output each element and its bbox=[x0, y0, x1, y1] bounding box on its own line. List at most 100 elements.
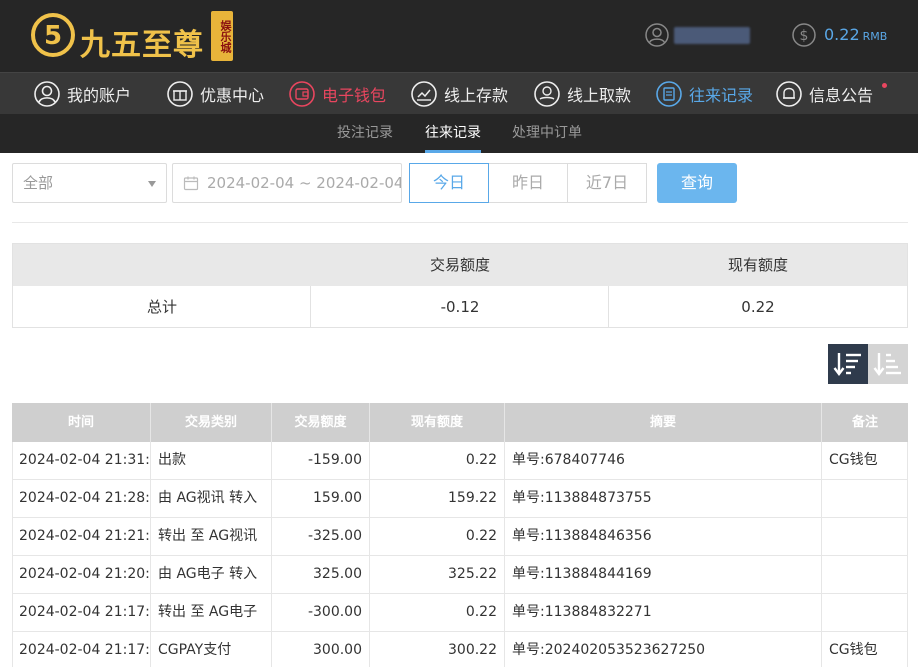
cell-summary: 单号:202402053523627250 bbox=[505, 632, 822, 667]
cell-current-amount: 0.22 bbox=[370, 518, 505, 555]
table-header: 时间 交易类别 交易额度 现有额度 摘要 备注 bbox=[12, 403, 908, 442]
nav-label: 往来记录 bbox=[689, 86, 754, 105]
nav-announcements[interactable]: 信息公告 bbox=[775, 73, 873, 115]
cell-summary: 单号:678407746 bbox=[505, 442, 822, 479]
quick-yesterday-button[interactable]: 昨日 bbox=[488, 163, 568, 203]
cell-trade-amount: -159.00 bbox=[272, 442, 370, 479]
cell-time: 2024-02-04 21:17:29 bbox=[12, 632, 151, 667]
cell-time: 2024-02-04 21:21:23 bbox=[12, 518, 151, 555]
cell-trade-amount: 159.00 bbox=[272, 480, 370, 517]
sort-descending-icon bbox=[833, 353, 861, 376]
svg-text:$: $ bbox=[800, 28, 809, 44]
calendar-icon bbox=[183, 176, 199, 191]
cell-trade-amount: 300.00 bbox=[272, 632, 370, 667]
subnav-pending-orders[interactable]: 处理中订单 bbox=[512, 114, 582, 153]
cell-remark bbox=[822, 480, 908, 517]
summary-header-blank bbox=[13, 244, 311, 286]
summary-header-trade: 交易额度 bbox=[429, 256, 490, 274]
cell-time: 2024-02-04 21:20:49 bbox=[12, 556, 151, 593]
col-type: 交易类别 bbox=[151, 403, 272, 442]
cell-summary: 单号:113884832271 bbox=[505, 594, 822, 631]
cell-type: 转出 至 AG视讯 bbox=[151, 518, 272, 555]
records-icon bbox=[656, 81, 682, 107]
col-time: 时间 bbox=[12, 403, 151, 442]
gift-icon bbox=[167, 81, 193, 107]
cell-remark bbox=[822, 556, 908, 593]
wallet-icon bbox=[289, 81, 315, 107]
summary-total-label: 总计 bbox=[146, 298, 177, 316]
withdraw-icon bbox=[534, 81, 560, 107]
cell-time: 2024-02-04 21:31:50 bbox=[12, 442, 151, 479]
table-row: 2024-02-04 21:20:49由 AG电子 转入325.00325.22… bbox=[12, 556, 908, 594]
subnav-transaction-records[interactable]: 往来记录 bbox=[425, 114, 481, 153]
date-range-value: 2024-02-04 ~ 2024-02-04 bbox=[207, 174, 402, 192]
cell-current-amount: 325.22 bbox=[370, 556, 505, 593]
query-button[interactable]: 查询 bbox=[657, 163, 737, 203]
subnav-bet-records[interactable]: 投注记录 bbox=[337, 114, 393, 153]
cell-summary: 单号:113884846356 bbox=[505, 518, 822, 555]
cell-type: 由 AG视讯 转入 bbox=[151, 480, 272, 517]
nav-transaction-records[interactable]: 往来记录 bbox=[655, 73, 753, 115]
table-row: 2024-02-04 21:17:47转出 至 AG电子-300.000.22单… bbox=[12, 594, 908, 632]
logo-text: 九五至尊 bbox=[80, 28, 204, 63]
cell-type: CGPAY支付 bbox=[151, 632, 272, 667]
sort-descending-button[interactable] bbox=[828, 344, 868, 384]
cell-summary: 单号:113884844169 bbox=[505, 556, 822, 593]
date-range-input[interactable]: 2024-02-04 ~ 2024-02-04 bbox=[172, 163, 402, 203]
summary-trade-amount: -0.12 bbox=[440, 298, 480, 316]
notification-dot bbox=[882, 83, 887, 88]
cell-remark: CG钱包 bbox=[822, 632, 908, 667]
user-circle-icon bbox=[34, 81, 60, 107]
cell-trade-amount: 325.00 bbox=[272, 556, 370, 593]
summary-table: 交易额度 现有额度 总计 -0.12 0.22 bbox=[12, 243, 908, 328]
col-current-amount: 现有额度 bbox=[370, 403, 505, 442]
quick-today-button[interactable]: 今日 bbox=[409, 163, 489, 203]
cell-trade-amount: -325.00 bbox=[272, 518, 370, 555]
cell-type: 转出 至 AG电子 bbox=[151, 594, 272, 631]
sub-nav: 投注记录 往来记录 处理中订单 bbox=[0, 114, 918, 153]
nav-online-deposit[interactable]: 线上存款 bbox=[410, 73, 508, 115]
quick-7days-button[interactable]: 近7日 bbox=[567, 163, 647, 203]
nav-promotions[interactable]: 优惠中心 bbox=[166, 73, 264, 115]
nav-label: 电子钱包 bbox=[322, 86, 387, 105]
balance-display: 0.22 RMB bbox=[824, 25, 887, 44]
main-nav: 我的账户 优惠中心 电子钱包 线上存款 线上取款 往来记录 信息公告 bbox=[0, 72, 918, 114]
nav-label: 线上存款 bbox=[444, 86, 509, 105]
cell-remark: CG钱包 bbox=[822, 442, 908, 479]
table-row: 2024-02-04 21:31:50出款-159.000.22单号:67840… bbox=[12, 442, 908, 480]
cell-trade-amount: -300.00 bbox=[272, 594, 370, 631]
table-row: 2024-02-04 21:17:29CGPAY支付300.00300.22单号… bbox=[12, 632, 908, 667]
summary-header: 交易额度 现有额度 bbox=[13, 244, 907, 286]
chevron-down-icon bbox=[148, 181, 156, 187]
nav-my-account[interactable]: 我的账户 bbox=[33, 73, 131, 115]
type-select[interactable]: 全部 bbox=[12, 163, 167, 203]
cell-current-amount: 159.22 bbox=[370, 480, 505, 517]
cell-remark bbox=[822, 594, 908, 631]
balance-amount: 0.22 bbox=[824, 25, 860, 44]
logo[interactable]: 5 九五至尊 娱乐城 bbox=[30, 8, 240, 64]
table-row: 2024-02-04 21:21:23转出 至 AG视讯-325.000.22单… bbox=[12, 518, 908, 556]
username-redacted bbox=[674, 27, 750, 44]
nav-e-wallet[interactable]: 电子钱包 bbox=[288, 73, 386, 115]
cell-remark bbox=[822, 518, 908, 555]
user-icon[interactable] bbox=[645, 23, 669, 47]
nav-label: 优惠中心 bbox=[200, 86, 265, 105]
col-trade-amount: 交易额度 bbox=[272, 403, 370, 442]
type-select-value: 全部 bbox=[23, 174, 54, 192]
nav-label: 我的账户 bbox=[67, 86, 132, 105]
col-summary: 摘要 bbox=[505, 403, 822, 442]
cell-time: 2024-02-04 21:28:12 bbox=[12, 480, 151, 517]
divider bbox=[12, 222, 908, 223]
summary-header-current: 现有额度 bbox=[727, 256, 788, 274]
cell-current-amount: 0.22 bbox=[370, 594, 505, 631]
cell-time: 2024-02-04 21:17:47 bbox=[12, 594, 151, 631]
cell-summary: 单号:113884873755 bbox=[505, 480, 822, 517]
table-row: 2024-02-04 21:28:12由 AG视讯 转入159.00159.22… bbox=[12, 480, 908, 518]
cell-current-amount: 0.22 bbox=[370, 442, 505, 479]
deposit-icon bbox=[411, 81, 437, 107]
sort-ascending-button[interactable] bbox=[868, 344, 908, 384]
dollar-coin-icon: $ bbox=[792, 23, 816, 47]
logo-emblem-icon: 5 bbox=[31, 13, 75, 57]
balance-currency: RMB bbox=[862, 30, 888, 43]
nav-online-withdraw[interactable]: 线上取款 bbox=[533, 73, 631, 115]
